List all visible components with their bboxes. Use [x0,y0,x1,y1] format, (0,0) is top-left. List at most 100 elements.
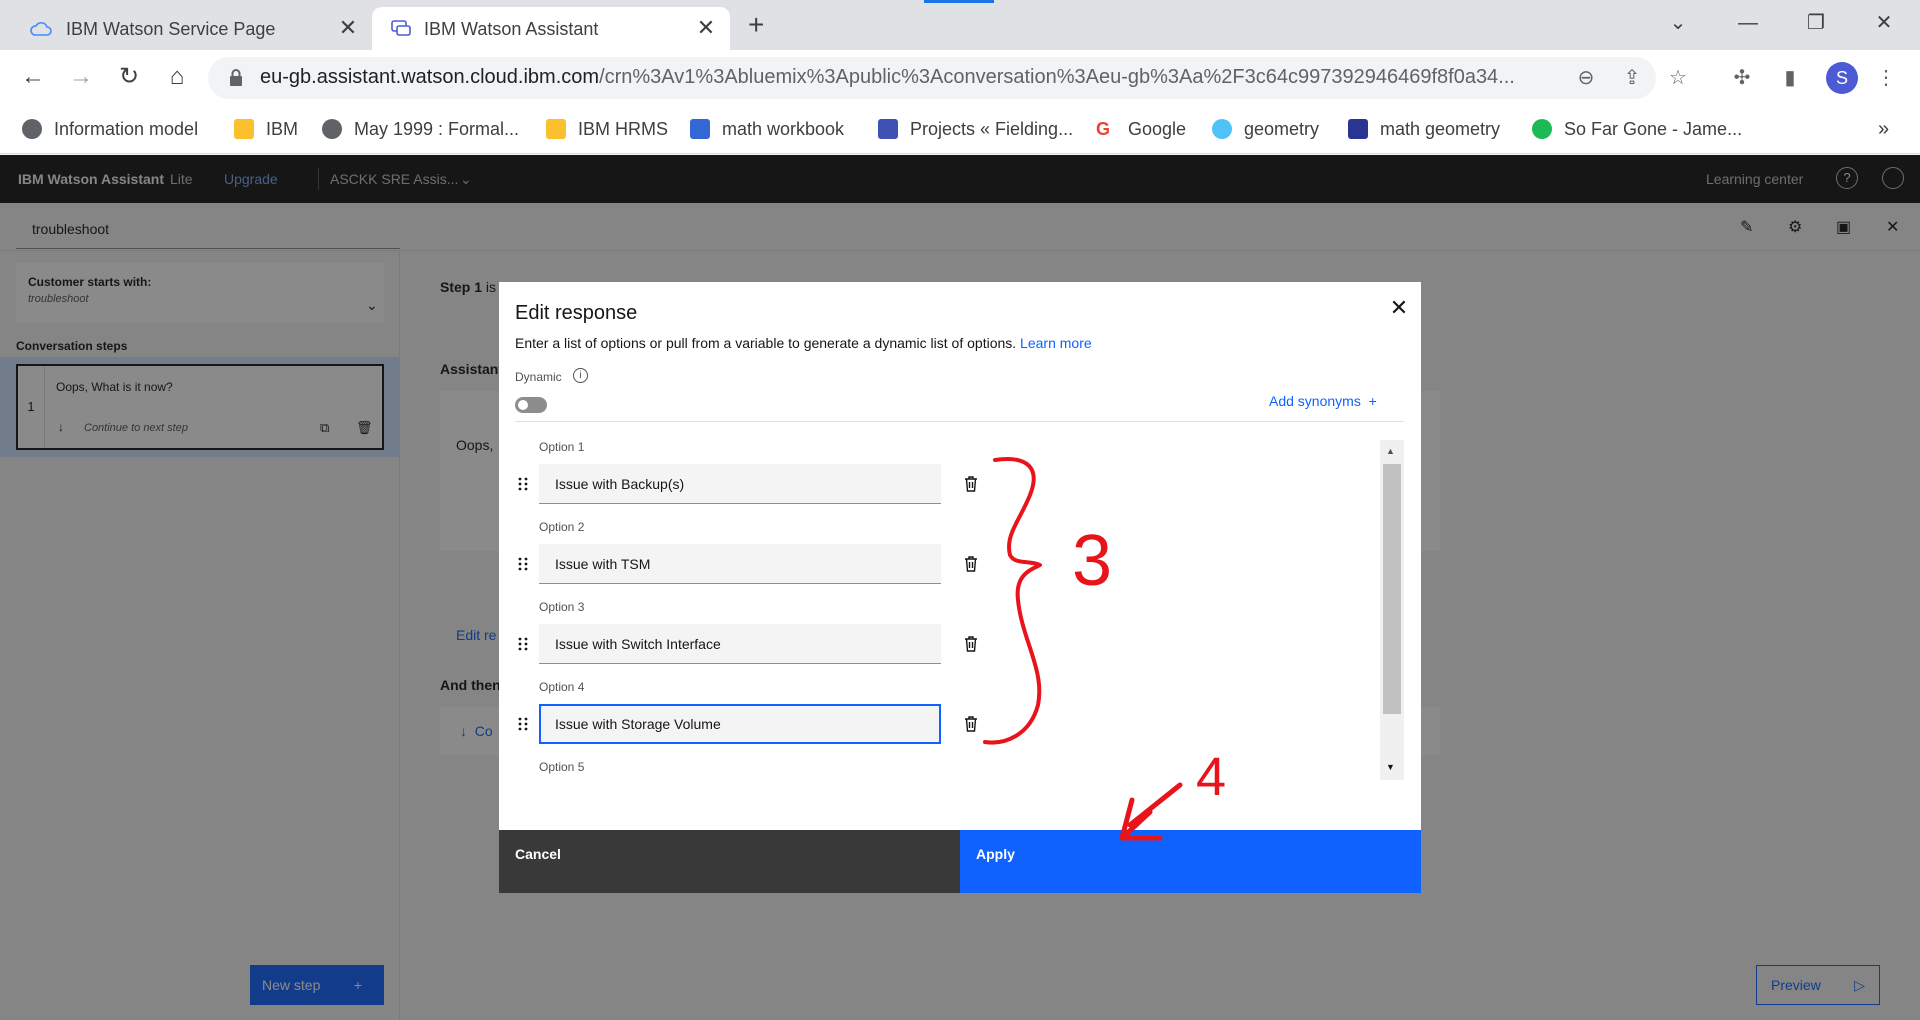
bookmark-label: Information model [54,118,199,139]
drag-handle-icon[interactable] [517,636,529,652]
bookmark-item[interactable]: Projects « Fielding... [878,117,1073,141]
edit-response-modal: Edit response Enter a list of options or… [499,282,1421,893]
zoom-icon[interactable]: ⊖ [1574,66,1598,90]
bookmarks-bar: Information model IBM May 1999 : Formal.… [0,105,1920,154]
description-text: Enter a list of options or pull from a v… [515,335,1017,351]
tab-loading-indicator [924,0,994,3]
folder-icon [546,119,566,139]
tab-title: IBM Watson Assistant [424,19,599,39]
folder-icon [234,119,254,139]
modal-title: Edit response [515,302,638,324]
site-icon [878,119,898,139]
chat-icon [391,20,411,36]
extensions-icon[interactable]: ✣ [1728,64,1756,92]
option-input[interactable]: Issue with Storage Volume [539,704,941,744]
bookmark-item[interactable]: IBM [234,117,298,141]
bookmark-label: IBM [266,118,299,139]
bookmark-label: May 1999 : Formal... [354,118,520,139]
trash-icon[interactable] [963,555,979,573]
dynamic-label: Dynamic [515,370,562,384]
url-host: eu-gb.assistant.watson.cloud.ibm.com [260,66,600,88]
option-input[interactable]: Issue with TSM [539,544,941,584]
bookmark-label: So Far Gone - Jame... [1564,118,1743,139]
close-tab-icon[interactable]: ✕ [694,16,718,40]
bookmark-label: math workbook [722,118,845,139]
tab-search-icon[interactable]: ⌄ [1660,8,1696,38]
option-label: Option 1 [539,440,585,454]
bookmark-item[interactable]: G Google [1096,117,1186,141]
drag-handle-icon[interactable] [517,716,529,732]
bookmark-star-icon[interactable]: ☆ [1666,66,1690,90]
restore-icon[interactable]: ❐ [1798,8,1834,38]
option-label: Option 5 [539,760,585,774]
close-tab-icon[interactable]: ✕ [336,16,360,40]
trash-icon[interactable] [963,635,979,653]
new-tab-button[interactable]: + [748,11,764,39]
share-icon[interactable]: ⇪ [1620,66,1644,90]
option-input[interactable]: Issue with Backup(s) [539,464,941,504]
close-icon[interactable]: ✕ [1387,296,1411,320]
site-icon [1348,119,1368,139]
spotify-icon [1532,119,1552,139]
bookmark-label: geometry [1244,118,1320,139]
add-synonyms-label: Add synonyms [1269,393,1361,409]
url-field[interactable]: eu-gb.assistant.watson.cloud.ibm.com/crn… [208,57,1687,99]
menu-dots-icon[interactable]: ⋮ [1872,64,1900,92]
url-text: eu-gb.assistant.watson.cloud.ibm.com/crn… [260,66,1560,89]
site-icon [1212,119,1232,139]
bookmark-item[interactable]: Information model [22,117,198,141]
bookmark-item[interactable]: geometry [1212,117,1319,141]
bookmark-label: Projects « Fielding... [910,118,1074,139]
tab-watson-assistant[interactable]: IBM Watson Assistant ✕ [372,7,730,50]
option-label: Option 4 [539,680,585,694]
globe-icon [22,119,42,139]
scrollbar-thumb[interactable] [1383,464,1401,714]
browser-tab-strip: IBM Watson Service Page ✕ IBM Watson Ass… [0,0,1920,50]
options-scrollbar[interactable]: ▲ ▼ [1380,440,1404,780]
scroll-up-icon[interactable]: ▲ [1386,446,1395,456]
address-bar-row: ← → ↻ ⌂ eu-gb.assistant.watson.cloud.ibm… [0,50,1920,105]
url-path: /crn%3Av1%3Abluemix%3Apublic%3Aconversat… [599,66,1515,88]
add-synonyms-link[interactable]: Add synonyms + [1269,393,1377,409]
profile-avatar[interactable]: S [1826,62,1858,94]
option-input[interactable]: Issue with Switch Interface [539,624,941,664]
bookmark-item[interactable]: math workbook [690,117,844,141]
reload-icon[interactable]: ↻ [114,62,144,92]
bookmark-item[interactable]: May 1999 : Formal... [322,117,519,141]
dynamic-toggle[interactable] [515,397,547,413]
trash-icon[interactable] [963,715,979,733]
cloud-icon [30,22,52,36]
lock-icon[interactable] [226,67,246,89]
apply-button[interactable]: Apply [960,830,1421,893]
close-window-icon[interactable]: ✕ [1866,8,1902,38]
bookmark-label: math geometry [1380,118,1501,139]
scroll-down-icon[interactable]: ▼ [1386,762,1395,772]
google-icon: G [1096,119,1111,139]
modal-description: Enter a list of options or pull from a v… [515,335,1092,351]
divider [515,421,1404,422]
bookmark-label: Google [1128,118,1187,139]
globe-icon [322,119,342,139]
option-label: Option 2 [539,520,585,534]
tab-watson-service-page[interactable]: IBM Watson Service Page ✕ [0,7,368,50]
forward-icon[interactable]: → [66,62,96,92]
site-icon [690,119,710,139]
info-icon[interactable]: i [573,368,588,383]
back-icon[interactable]: ← [18,62,48,92]
drag-handle-icon[interactable] [517,556,529,572]
bookmark-item[interactable]: So Far Gone - Jame... [1532,117,1742,141]
bookmark-item[interactable]: IBM HRMS [546,117,668,141]
plus-icon: + [1368,393,1377,409]
bookmark-item[interactable]: math geometry [1348,117,1500,141]
cancel-button[interactable]: Cancel [499,830,960,893]
option-label: Option 3 [539,600,585,614]
tab-title: IBM Watson Service Page [66,19,276,39]
minimize-icon[interactable]: — [1730,8,1766,38]
bookmark-label: IBM HRMS [578,118,668,139]
home-icon[interactable]: ⌂ [162,62,192,92]
learn-more-link[interactable]: Learn more [1020,335,1092,351]
drag-handle-icon[interactable] [517,476,529,492]
side-panel-icon[interactable]: ▮ [1776,64,1804,92]
more-bookmarks-icon[interactable]: » [1878,117,1889,141]
trash-icon[interactable] [963,475,979,493]
